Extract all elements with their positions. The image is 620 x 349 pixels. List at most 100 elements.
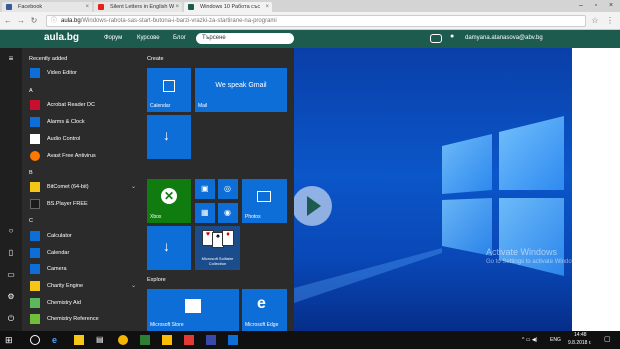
user-menu[interactable]: damyana.atanasova@abv.bg — [465, 35, 543, 41]
app-camera[interactable]: Camera — [27, 262, 139, 276]
close-icon[interactable]: × — [85, 2, 89, 12]
site-header: aula.bg Форум Курсове Блог Търсене ● dam… — [0, 30, 620, 48]
site-search-input[interactable]: Търсене — [196, 33, 294, 44]
section-letter-b[interactable]: B — [29, 170, 33, 176]
minimize-button[interactable]: – — [574, 0, 588, 12]
pictures-icon[interactable]: ▭ — [6, 270, 16, 280]
nav-forum[interactable]: Форум — [104, 35, 122, 41]
tile-camera[interactable]: ◉ — [218, 203, 238, 223]
site-logo[interactable]: aula.bg — [44, 32, 79, 43]
app-bsplayer[interactable]: BS.Player FREE — [27, 197, 139, 211]
tab-silent-letters[interactable]: Silent Letters in English W × — [94, 2, 182, 12]
tile-photos[interactable]: Photos — [242, 179, 287, 223]
audio-icon — [30, 134, 40, 144]
app-chemistry-reference[interactable]: Chemistry Reference — [27, 312, 139, 326]
clock-time[interactable]: 14:48 — [574, 332, 587, 338]
maximize-button[interactable]: ▫ — [589, 0, 603, 12]
chrome-icon[interactable] — [118, 335, 128, 345]
language-indicator[interactable]: ENG — [550, 337, 561, 343]
tile-store[interactable]: Microsoft Store — [147, 289, 239, 331]
tile-calculator[interactable]: ▦ — [195, 203, 215, 223]
edge-icon: e — [257, 295, 266, 312]
video-play-button[interactable] — [292, 186, 332, 226]
app-word-icon[interactable] — [228, 335, 238, 345]
tile-edge[interactable]: e Microsoft Edge — [242, 289, 287, 331]
youtube-icon — [98, 4, 104, 10]
tile-groove[interactable]: ◎ — [218, 179, 238, 199]
photos-icon — [257, 191, 271, 202]
chat-icon[interactable] — [430, 34, 442, 43]
app-calendar[interactable]: Calendar — [27, 246, 139, 260]
app-alarms-clock[interactable]: Alarms & Clock — [27, 115, 139, 129]
app-acrobat[interactable]: Acrobat Reader DC — [27, 98, 139, 112]
app-avast[interactable]: Avast Free Antivirus — [27, 149, 139, 163]
app-blue-icon[interactable] — [206, 335, 216, 345]
user-account-icon[interactable]: ○ — [6, 226, 16, 236]
nav-courses[interactable]: Курсове — [137, 35, 160, 41]
tile-download[interactable]: ↓ — [147, 115, 191, 159]
folder-icon — [30, 281, 40, 291]
edge-taskbar-icon[interactable]: e — [52, 335, 62, 345]
tile-solitaire[interactable]: ♥ ♠ ♦ Microsoft Solitaire Collection — [195, 226, 240, 270]
app-label: BS.Player FREE — [47, 201, 88, 207]
tile-download-2[interactable]: ↓ — [147, 226, 191, 270]
app-label: Alarms & Clock — [47, 119, 85, 125]
app-red-icon[interactable] — [184, 335, 194, 345]
app-label: Video Editor — [47, 70, 77, 76]
store-taskbar-icon[interactable]: ▤ — [96, 335, 106, 345]
tab-label: Facebook — [18, 4, 43, 10]
start-app-list: Recently added Video Editor A Acrobat Re… — [22, 48, 140, 331]
notification-icon[interactable]: ▢ — [604, 335, 614, 345]
close-icon[interactable]: × — [175, 2, 179, 12]
tile-mail[interactable]: We speak Gmail Mail — [195, 68, 287, 112]
chevron-down-icon[interactable]: ⌄ — [131, 183, 136, 190]
card-icon: ♦ — [222, 230, 234, 246]
taskbar: ⊞ e ▤ ^ ▭ ◀) ENG 14:48 9.8.2018 г. ▢ — [0, 331, 620, 349]
nav-blog[interactable]: Блог — [173, 35, 186, 41]
menu-icon[interactable]: ⋮ — [605, 16, 615, 26]
chevron-down-icon[interactable]: ⌄ — [131, 282, 136, 289]
app-label: Charity Engine — [47, 283, 84, 289]
reload-icon[interactable]: ↻ — [29, 16, 39, 26]
app-label: Calendar — [47, 250, 70, 256]
hamburger-icon[interactable]: ≡ — [6, 54, 16, 64]
clock-date[interactable]: 9.8.2018 г. — [568, 340, 591, 346]
tile-movies[interactable]: ▣ — [195, 179, 215, 199]
tile-calendar[interactable]: Calendar — [147, 68, 191, 112]
file-explorer-icon[interactable] — [74, 335, 84, 345]
url-path: /Windows-rabota-sas-start-butona-i-barzi… — [80, 18, 277, 24]
user-icon[interactable]: ● — [450, 33, 454, 40]
app-bitcomet[interactable]: BitComet (64-bit) ⌄ — [27, 180, 139, 194]
forward-icon[interactable]: → — [16, 16, 26, 26]
back-icon[interactable]: ← — [3, 16, 13, 26]
tab-windows10[interactable]: Windows 10 Работа със × — [184, 2, 272, 12]
app-yellow-icon[interactable] — [162, 335, 172, 345]
calendar-icon — [30, 248, 40, 258]
close-window-button[interactable]: × — [604, 0, 618, 12]
app-green-icon[interactable] — [140, 335, 150, 345]
app-video-editor[interactable]: Video Editor — [27, 66, 139, 80]
windows-start-icon[interactable]: ⊞ — [5, 335, 15, 345]
app-audio-control[interactable]: Audio Control — [27, 132, 139, 146]
star-icon[interactable]: ☆ — [590, 16, 600, 26]
documents-icon[interactable]: ▯ — [6, 248, 16, 258]
xbox-icon: ✕ — [161, 188, 177, 204]
app-charity-engine[interactable]: Charity Engine ⌄ — [27, 279, 139, 293]
app-calculator[interactable]: Calculator — [27, 229, 139, 243]
close-icon[interactable]: × — [265, 2, 269, 12]
section-letter-a[interactable]: A — [29, 88, 33, 94]
music-disc-icon: ◎ — [224, 184, 231, 193]
cortana-icon[interactable] — [30, 335, 40, 345]
app-chemistry-aid[interactable]: Chemistry Aid — [27, 296, 139, 310]
tray-icons[interactable]: ^ ▭ ◀) — [522, 337, 537, 343]
tile-xbox[interactable]: ✕ Xbox — [147, 179, 191, 223]
info-icon: ⓘ — [51, 18, 58, 24]
alarm-clock-icon — [30, 117, 40, 127]
start-tile-area: Create Calendar We speak Gmail Mail ↓ ✕ … — [140, 48, 294, 331]
url-field[interactable]: ⓘ aula.bg/Windows-rabota-sas-start-buton… — [46, 15, 586, 27]
settings-gear-icon[interactable]: ⚙ — [6, 292, 16, 302]
power-icon[interactable]: ⏻ — [6, 314, 16, 324]
tab-facebook[interactable]: Facebook × — [2, 2, 92, 12]
tile-label: Microsoft Edge — [245, 322, 279, 328]
section-letter-c[interactable]: C — [29, 218, 33, 224]
